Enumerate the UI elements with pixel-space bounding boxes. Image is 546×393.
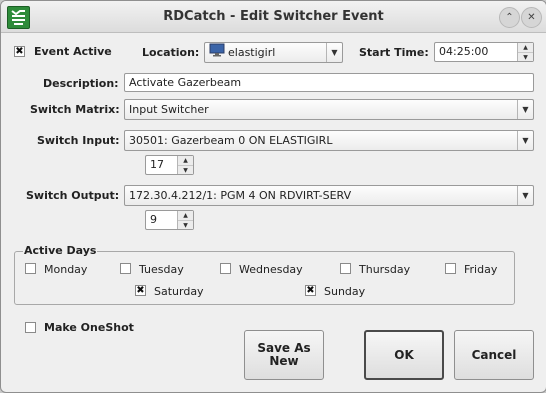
- sunday-label: Sunday: [324, 285, 366, 298]
- chevron-down-icon: ▼: [326, 43, 342, 62]
- make-oneshot-label: Make OneShot: [44, 321, 134, 334]
- switch-input-value: 30501: Gazerbeam 0 ON ELASTIGIRL: [129, 134, 333, 147]
- thursday-checkbox[interactable]: [340, 263, 351, 274]
- sunday-checkbox[interactable]: ✖: [305, 285, 316, 296]
- save-as-new-button[interactable]: Save As New: [244, 330, 324, 380]
- tuesday-label: Tuesday: [139, 263, 184, 276]
- event-active-checkbox[interactable]: ✖: [14, 46, 25, 57]
- switch-input-label: Switch Input:: [37, 134, 120, 147]
- start-time-value: 04:25:00: [439, 45, 489, 58]
- switch-output-number-value: 9: [150, 213, 157, 226]
- chevron-down-icon: ▼: [517, 100, 533, 119]
- maximize-button[interactable]: ⌃: [499, 7, 520, 28]
- chevron-down-icon: ▼: [517, 186, 533, 205]
- monitor-icon: [209, 43, 225, 63]
- make-oneshot-checkbox[interactable]: [25, 322, 36, 333]
- location-label: Location:: [142, 46, 200, 59]
- spin-up-icon[interactable]: ▲: [178, 211, 193, 221]
- edit-switcher-event-dialog: RDCatch - Edit Switcher Event ⌃ ✕ ✖ Even…: [0, 0, 546, 393]
- active-days-group: [14, 251, 515, 305]
- location-value: elastigirl: [228, 46, 276, 59]
- saturday-label: Saturday: [154, 285, 204, 298]
- switch-output-value: 172.30.4.212/1: PGM 4 ON RDVIRT-SERV: [129, 189, 352, 202]
- wednesday-label: Wednesday: [239, 263, 303, 276]
- close-icon: ✕: [527, 12, 536, 23]
- event-active-label: Event Active: [34, 45, 112, 58]
- start-time-field[interactable]: 04:25:00 ▲ ▼: [434, 42, 534, 62]
- monday-checkbox[interactable]: [25, 263, 36, 274]
- spin-down-icon[interactable]: ▼: [518, 53, 533, 62]
- switch-matrix-value: Input Switcher: [129, 103, 209, 116]
- switch-input-number[interactable]: 17 ▲ ▼: [145, 155, 194, 175]
- switch-output-dropdown[interactable]: 172.30.4.212/1: PGM 4 ON RDVIRT-SERV ▼: [124, 185, 534, 206]
- friday-checkbox[interactable]: [445, 263, 456, 274]
- spin-up-icon[interactable]: ▲: [518, 43, 533, 53]
- description-label: Description:: [43, 77, 119, 90]
- switch-output-label: Switch Output:: [26, 189, 120, 202]
- switch-input-number-value: 17: [150, 158, 164, 171]
- location-dropdown[interactable]: elastigirl ▼: [204, 42, 343, 63]
- close-button[interactable]: ✕: [521, 7, 542, 28]
- switch-output-stepper[interactable]: ▲ ▼: [177, 211, 193, 229]
- start-time-label: Start Time:: [359, 46, 429, 59]
- spin-down-icon[interactable]: ▼: [178, 166, 193, 175]
- switch-matrix-label: Switch Matrix:: [30, 103, 120, 116]
- friday-label: Friday: [464, 263, 498, 276]
- ok-button[interactable]: OK: [364, 330, 444, 380]
- start-time-stepper[interactable]: ▲ ▼: [517, 43, 533, 61]
- spin-up-icon[interactable]: ▲: [178, 156, 193, 166]
- chevron-down-icon: ▼: [517, 131, 533, 150]
- cancel-button[interactable]: Cancel: [454, 330, 534, 380]
- switch-input-dropdown[interactable]: 30501: Gazerbeam 0 ON ELASTIGIRL ▼: [124, 130, 534, 151]
- tuesday-checkbox[interactable]: [120, 263, 131, 274]
- spin-down-icon[interactable]: ▼: [178, 221, 193, 230]
- wednesday-checkbox[interactable]: [220, 263, 231, 274]
- switch-input-stepper[interactable]: ▲ ▼: [177, 156, 193, 174]
- monday-label: Monday: [44, 263, 88, 276]
- switch-matrix-dropdown[interactable]: Input Switcher ▼: [124, 99, 534, 120]
- active-days-title: Active Days: [23, 244, 98, 257]
- description-input[interactable]: Activate Gazerbeam: [124, 73, 534, 92]
- title-bar: RDCatch - Edit Switcher Event ⌃ ✕: [1, 1, 546, 33]
- chevron-up-icon: ⌃: [505, 12, 514, 23]
- window-title: RDCatch - Edit Switcher Event: [163, 9, 384, 24]
- switch-output-number[interactable]: 9 ▲ ▼: [145, 210, 194, 230]
- saturday-checkbox[interactable]: ✖: [135, 285, 146, 296]
- thursday-label: Thursday: [359, 263, 411, 276]
